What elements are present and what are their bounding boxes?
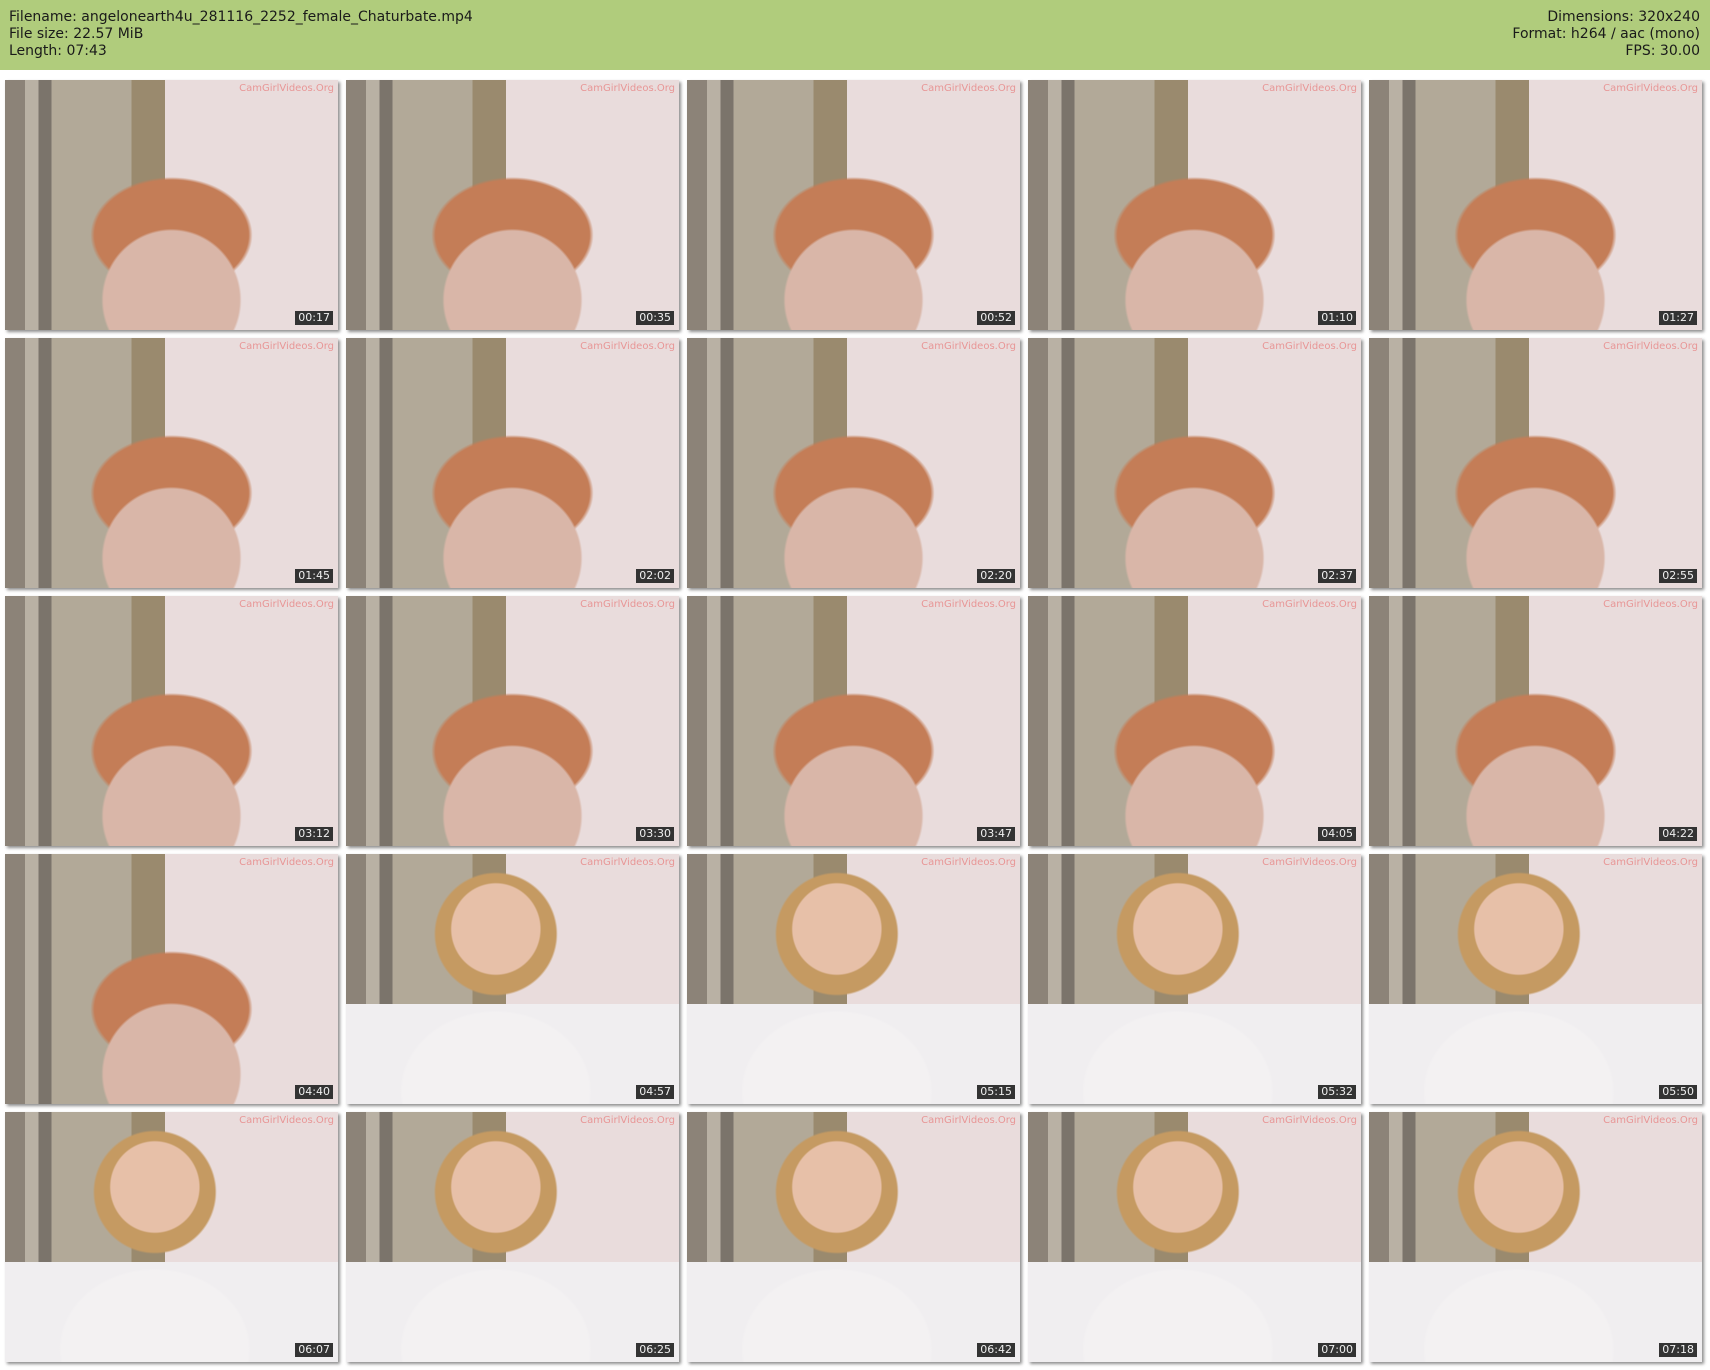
timestamp-badge: 07:00 bbox=[1318, 1343, 1356, 1357]
thumbnail-frame: CamGirlVideos.Org 02:37 bbox=[1028, 338, 1361, 588]
thumbnail-frame: CamGirlVideos.Org 04:22 bbox=[1369, 596, 1702, 846]
thumbnail-frame: CamGirlVideos.Org 06:42 bbox=[687, 1112, 1020, 1362]
watermark: CamGirlVideos.Org bbox=[921, 857, 1016, 868]
watermark: CamGirlVideos.Org bbox=[239, 341, 334, 352]
fps: FPS: 30.00 bbox=[1625, 43, 1700, 59]
filename: Filename: angelonearth4u_281116_2252_fem… bbox=[9, 9, 473, 25]
timestamp-badge: 05:15 bbox=[977, 1085, 1015, 1099]
watermark: CamGirlVideos.Org bbox=[580, 599, 675, 610]
watermark: CamGirlVideos.Org bbox=[1262, 83, 1357, 94]
thumbnail-frame: CamGirlVideos.Org 01:27 bbox=[1369, 80, 1702, 330]
watermark: CamGirlVideos.Org bbox=[1603, 1115, 1698, 1126]
thumbnail-frame: CamGirlVideos.Org 02:02 bbox=[346, 338, 679, 588]
watermark: CamGirlVideos.Org bbox=[1603, 83, 1698, 94]
watermark: CamGirlVideos.Org bbox=[1603, 341, 1698, 352]
timestamp-badge: 06:07 bbox=[295, 1343, 333, 1357]
timestamp-badge: 04:05 bbox=[1318, 827, 1356, 841]
thumbnail-frame: CamGirlVideos.Org 07:00 bbox=[1028, 1112, 1361, 1362]
watermark: CamGirlVideos.Org bbox=[580, 83, 675, 94]
timestamp-badge: 00:52 bbox=[977, 311, 1015, 325]
timestamp-badge: 04:22 bbox=[1659, 827, 1697, 841]
timestamp-badge: 04:57 bbox=[636, 1085, 674, 1099]
watermark: CamGirlVideos.Org bbox=[1262, 341, 1357, 352]
file-info: Filename: angelonearth4u_281116_2252_fem… bbox=[9, 9, 473, 60]
timestamp-badge: 02:02 bbox=[636, 569, 674, 583]
timestamp-badge: 07:18 bbox=[1659, 1343, 1697, 1357]
timestamp-badge: 06:25 bbox=[636, 1343, 674, 1357]
thumbnail-frame: CamGirlVideos.Org 00:17 bbox=[5, 80, 338, 330]
watermark: CamGirlVideos.Org bbox=[921, 1115, 1016, 1126]
watermark: CamGirlVideos.Org bbox=[1262, 599, 1357, 610]
timestamp-badge: 03:30 bbox=[636, 827, 674, 841]
timestamp-badge: 00:35 bbox=[636, 311, 674, 325]
watermark: CamGirlVideos.Org bbox=[580, 857, 675, 868]
watermark: CamGirlVideos.Org bbox=[921, 341, 1016, 352]
dimensions: Dimensions: 320x240 bbox=[1547, 9, 1700, 25]
watermark: CamGirlVideos.Org bbox=[1603, 857, 1698, 868]
watermark: CamGirlVideos.Org bbox=[580, 341, 675, 352]
info-header: Filename: angelonearth4u_281116_2252_fem… bbox=[0, 0, 1710, 70]
timestamp-badge: 00:17 bbox=[295, 311, 333, 325]
watermark: CamGirlVideos.Org bbox=[239, 1115, 334, 1126]
video-info: Dimensions: 320x240 Format: h264 / aac (… bbox=[1512, 9, 1700, 60]
thumbnail-frame: CamGirlVideos.Org 05:15 bbox=[687, 854, 1020, 1104]
thumbnail-frame: CamGirlVideos.Org 04:57 bbox=[346, 854, 679, 1104]
thumbnail-frame: CamGirlVideos.Org 02:20 bbox=[687, 338, 1020, 588]
thumbnail-frame: CamGirlVideos.Org 06:07 bbox=[5, 1112, 338, 1362]
watermark: CamGirlVideos.Org bbox=[239, 83, 334, 94]
watermark: CamGirlVideos.Org bbox=[921, 83, 1016, 94]
timestamp-badge: 04:40 bbox=[295, 1085, 333, 1099]
watermark: CamGirlVideos.Org bbox=[1262, 857, 1357, 868]
watermark: CamGirlVideos.Org bbox=[921, 599, 1016, 610]
thumbnail-frame: CamGirlVideos.Org 03:12 bbox=[5, 596, 338, 846]
thumbnail-frame: CamGirlVideos.Org 00:52 bbox=[687, 80, 1020, 330]
format: Format: h264 / aac (mono) bbox=[1512, 26, 1700, 42]
timestamp-badge: 01:27 bbox=[1659, 311, 1697, 325]
thumbnail-frame: CamGirlVideos.Org 07:18 bbox=[1369, 1112, 1702, 1362]
timestamp-badge: 03:12 bbox=[295, 827, 333, 841]
timestamp-badge: 02:55 bbox=[1659, 569, 1697, 583]
watermark: CamGirlVideos.Org bbox=[1262, 1115, 1357, 1126]
watermark: CamGirlVideos.Org bbox=[1603, 599, 1698, 610]
length: Length: 07:43 bbox=[9, 43, 107, 59]
thumbnail-frame: CamGirlVideos.Org 06:25 bbox=[346, 1112, 679, 1362]
thumbnail-grid: CamGirlVideos.Org 00:17 CamGirlVideos.Org 0… bbox=[5, 80, 1702, 1362]
watermark: CamGirlVideos.Org bbox=[239, 857, 334, 868]
watermark: CamGirlVideos.Org bbox=[580, 1115, 675, 1126]
thumbnail-frame: CamGirlVideos.Org 02:55 bbox=[1369, 338, 1702, 588]
timestamp-badge: 03:47 bbox=[977, 827, 1015, 841]
thumbnail-frame: CamGirlVideos.Org 04:05 bbox=[1028, 596, 1361, 846]
thumbnail-frame: CamGirlVideos.Org 04:40 bbox=[5, 854, 338, 1104]
timestamp-badge: 02:37 bbox=[1318, 569, 1356, 583]
file-size: File size: 22.57 MiB bbox=[9, 26, 144, 42]
timestamp-badge: 05:50 bbox=[1659, 1085, 1697, 1099]
timestamp-badge: 06:42 bbox=[977, 1343, 1015, 1357]
thumbnail-frame: CamGirlVideos.Org 05:32 bbox=[1028, 854, 1361, 1104]
thumbnail-frame: CamGirlVideos.Org 00:35 bbox=[346, 80, 679, 330]
thumbnail-frame: CamGirlVideos.Org 05:50 bbox=[1369, 854, 1702, 1104]
timestamp-badge: 01:10 bbox=[1318, 311, 1356, 325]
thumbnail-frame: CamGirlVideos.Org 03:30 bbox=[346, 596, 679, 846]
timestamp-badge: 05:32 bbox=[1318, 1085, 1356, 1099]
watermark: CamGirlVideos.Org bbox=[239, 599, 334, 610]
thumbnail-frame: CamGirlVideos.Org 01:45 bbox=[5, 338, 338, 588]
timestamp-badge: 02:20 bbox=[977, 569, 1015, 583]
timestamp-badge: 01:45 bbox=[295, 569, 333, 583]
thumbnail-frame: CamGirlVideos.Org 01:10 bbox=[1028, 80, 1361, 330]
thumbnail-frame: CamGirlVideos.Org 03:47 bbox=[687, 596, 1020, 846]
